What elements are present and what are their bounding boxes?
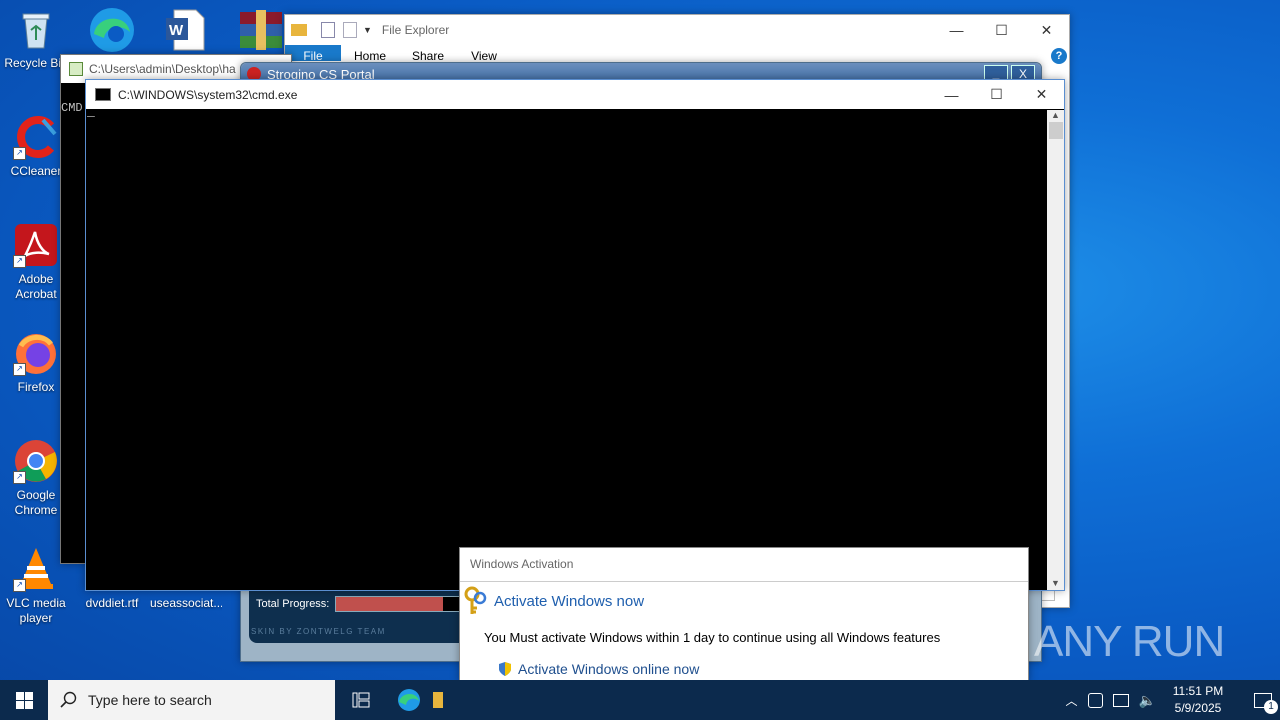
firefox-icon: ↗ xyxy=(13,330,59,376)
console-area[interactable]: _ xyxy=(86,104,1046,590)
file-explorer-titlebar[interactable]: ▼ File Explorer — ☐ ✕ xyxy=(285,15,1069,45)
winrar-icon[interactable] xyxy=(238,8,284,52)
word-document-icon[interactable]: W xyxy=(164,8,206,52)
activation-titlebar[interactable]: Windows Activation xyxy=(460,548,1028,582)
window-title: C:\WINDOWS\system32\cmd.exe xyxy=(118,87,298,102)
desktop-icon-label: useassociat... xyxy=(150,596,222,610)
properties-icon[interactable] xyxy=(321,22,335,38)
clock-date: 5/9/2025 xyxy=(1174,701,1222,715)
ccleaner-icon: ↗ xyxy=(13,114,59,160)
edge-taskbar-button[interactable] xyxy=(385,680,433,720)
skin-credit: SKIN BY ZONTWELG TEAM xyxy=(251,627,386,636)
progress-fill xyxy=(336,597,443,611)
tab-file[interactable]: File xyxy=(285,45,341,63)
windows-logo-icon xyxy=(15,691,33,709)
minimize-button[interactable]: — xyxy=(929,80,974,110)
chrome-icon: ↗ xyxy=(13,438,59,484)
folder-icon xyxy=(291,24,307,36)
folder-icon xyxy=(433,692,443,708)
scroll-up-icon[interactable]: ▲ xyxy=(1047,110,1064,120)
vlc-icon: ↗ xyxy=(13,546,59,592)
recycle-bin-icon xyxy=(13,6,59,52)
desktop-icon-label: VLC media player xyxy=(6,596,66,625)
clock-time: 11:51 PM xyxy=(1172,684,1224,698)
task-view-icon xyxy=(352,692,370,708)
show-hidden-icons-icon[interactable]: ︿ xyxy=(1066,692,1078,709)
desktop-icon-label: Google Chrome xyxy=(14,488,58,517)
edge-desktop-icon[interactable] xyxy=(86,4,138,52)
scroll-down-icon[interactable]: ▼ xyxy=(1047,578,1064,588)
batch-file-icon xyxy=(69,62,83,76)
console-cursor: _ xyxy=(87,104,95,119)
anyrun-watermark: ANY RUN xyxy=(1034,610,1234,674)
taskbar: Type here to search ︿ 🔈 11:51 PM 5/9/202… xyxy=(0,680,1280,720)
start-button[interactable] xyxy=(0,680,48,720)
vertical-scrollbar[interactable]: ▲ ▼ xyxy=(1047,110,1064,590)
task-view-button[interactable] xyxy=(337,680,385,720)
search-placeholder: Type here to search xyxy=(88,692,212,708)
tab-view[interactable]: View xyxy=(457,45,511,63)
help-icon[interactable]: ? xyxy=(1051,48,1067,64)
network-icon[interactable] xyxy=(1112,693,1129,707)
quick-access-dropdown-icon[interactable]: ▼ xyxy=(363,25,372,35)
tab-home[interactable]: Home xyxy=(341,45,399,63)
window-title: C:\Users\admin\Desktop\ha xyxy=(89,62,236,76)
acrobat-icon: ↗ xyxy=(13,222,59,268)
scroll-thumb[interactable] xyxy=(1048,122,1063,139)
maximize-button[interactable]: ☐ xyxy=(979,15,1024,45)
svg-text:W: W xyxy=(169,22,184,39)
keys-icon xyxy=(462,586,488,616)
watermark-text: ANY RUN xyxy=(1034,617,1225,666)
total-progress-bar xyxy=(335,596,467,612)
activate-online-label[interactable]: Activate Windows online now xyxy=(518,661,699,677)
portal-bottom-panel: Total Progress: SKIN BY ZONTWELG TEAM xyxy=(249,583,479,643)
network-status-icon[interactable] xyxy=(1087,692,1103,708)
activate-online-option[interactable]: Activate Windows online now xyxy=(460,645,1028,677)
volume-icon[interactable]: 🔈 xyxy=(1139,692,1156,709)
notification-badge: 1 xyxy=(1264,700,1278,714)
tab-share[interactable]: Share xyxy=(399,45,457,63)
desktop-icon-label: dvddiet.rtf xyxy=(85,596,139,610)
dialog-title: Windows Activation xyxy=(470,557,574,571)
shield-icon xyxy=(498,661,512,677)
edge-icon xyxy=(398,689,420,711)
desktop-icon-label: Adobe Acrobat xyxy=(15,272,57,301)
cmd-window[interactable]: C:\WINDOWS\system32\cmd.exe — ☐ ✕ _ ▲ ▼ xyxy=(85,79,1065,591)
activation-heading: Activate Windows now xyxy=(494,592,645,610)
minimize-button[interactable]: — xyxy=(934,15,979,45)
windows-activation-dialog[interactable]: Windows Activation Activate Windows now … xyxy=(459,547,1029,682)
close-button[interactable]: ✕ xyxy=(1024,15,1069,45)
taskbar-search[interactable]: Type here to search xyxy=(48,680,335,720)
new-folder-icon[interactable] xyxy=(343,22,357,38)
action-center-button[interactable]: 1 xyxy=(1246,680,1280,720)
progress-label: Total Progress: xyxy=(256,598,330,610)
search-icon xyxy=(60,691,78,709)
maximize-button[interactable]: ☐ xyxy=(974,80,1019,110)
cmd-titlebar[interactable]: C:\WINDOWS\system32\cmd.exe — ☐ ✕ xyxy=(86,80,1064,109)
close-button[interactable]: ✕ xyxy=(1019,80,1064,110)
ribbon-tabs: File Home Share View xyxy=(285,45,1069,63)
activation-message: You Must activate Windows within 1 day t… xyxy=(484,630,941,645)
file-explorer-taskbar-button[interactable] xyxy=(433,680,443,720)
cmd-icon xyxy=(95,88,111,101)
window-title: File Explorer xyxy=(381,23,450,37)
clock[interactable]: 11:51 PM 5/9/2025 xyxy=(1168,683,1228,717)
activation-header: Activate Windows now xyxy=(460,582,1028,620)
